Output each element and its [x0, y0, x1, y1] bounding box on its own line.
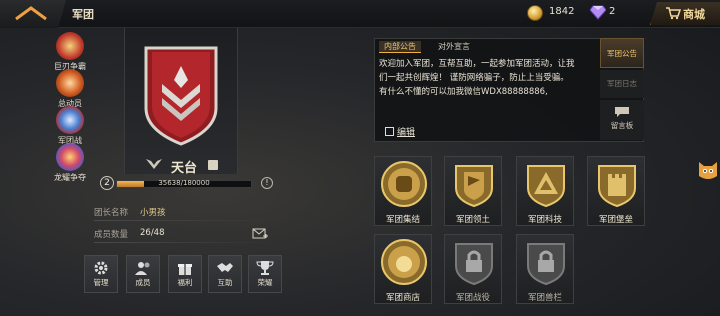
guild-exp-bar: 35638/180000: [116, 179, 252, 188]
shop-label: 商城: [683, 8, 705, 21]
castle-shield-icon: [598, 165, 636, 208]
cart-icon: [666, 7, 681, 20]
gem-count: 2: [609, 6, 616, 17]
coin-bag-medal-icon: [381, 239, 427, 285]
members-button[interactable]: 成员: [126, 255, 160, 293]
trophy-icon: [256, 261, 274, 275]
blade-war-icon: [56, 32, 84, 60]
diamond-icon: [590, 5, 606, 20]
side-item-blade-war[interactable]: 巨刃争霸: [50, 32, 90, 72]
tab-guild-notice[interactable]: 军团公告: [600, 38, 644, 68]
rename-edit-icon[interactable]: [208, 160, 218, 170]
legion-war-icon: [56, 106, 84, 134]
honor-button[interactable]: 荣耀: [248, 255, 282, 293]
divider: [94, 242, 274, 243]
notice-side-tabs: 军团公告 军团日志 留言板: [600, 38, 644, 142]
back-button[interactable]: [0, 0, 66, 28]
guild-campaign-button[interactable]: 军团战役: [444, 234, 502, 304]
guild-rally-button[interactable]: 军团集结: [374, 156, 432, 226]
handshake-icon: [217, 263, 233, 272]
flag-shield-icon: [455, 165, 493, 208]
tab-message-board[interactable]: 留言板: [600, 100, 644, 140]
back-arrow-icon: [15, 6, 47, 21]
locked-shield-icon: [455, 243, 493, 286]
divider: [94, 220, 274, 221]
members-label: 成员数量: [94, 230, 129, 240]
tab-external-declaration[interactable]: 对外宣言: [433, 41, 475, 53]
locked-shield-icon: [527, 243, 565, 286]
manage-button[interactable]: 管理: [84, 255, 118, 293]
leader-value: 小男孩: [140, 208, 166, 218]
triangle-shield-icon: [527, 165, 565, 208]
tab-internal-notice[interactable]: 内部公告: [379, 41, 421, 53]
page-title: 军团: [72, 8, 94, 21]
side-item-mobilize[interactable]: 总动员: [50, 69, 90, 109]
side-item-legion-war[interactable]: 军团战: [50, 106, 90, 146]
guild-level-badge: 2: [100, 176, 114, 190]
gear-icon: [94, 261, 108, 275]
exp-info-icon[interactable]: !: [261, 177, 273, 189]
guild-exp-text: 35638/180000: [158, 179, 210, 187]
welfare-button[interactable]: 福利: [168, 255, 202, 293]
cat-assistant-icon[interactable]: [696, 158, 720, 182]
side-item-dragon-glory[interactable]: 龙耀争夺: [50, 143, 90, 183]
edit-icon: [385, 127, 394, 136]
guild-shop-button[interactable]: 军团商店: [374, 234, 432, 304]
leader-label: 团长名称: [94, 208, 129, 218]
guild-tech-button[interactable]: 军团科技: [516, 156, 574, 226]
tab-guild-log[interactable]: 军团日志: [600, 70, 644, 98]
guild-emblem[interactable]: [138, 42, 224, 148]
mutual-help-button[interactable]: 互助: [208, 255, 242, 293]
notice-text: 欢迎加入军团，互帮互助，一起参加军团活动，让我 们一起共创辉煌！ 谨防网络骗子，…: [379, 59, 575, 97]
members-icon: [135, 262, 150, 275]
rank-wings-icon: [146, 159, 162, 169]
mail-invite-icon[interactable]: [252, 228, 268, 240]
top-bar: 军团 1842 2 商城: [0, 0, 720, 28]
fist-medal-icon: [381, 161, 427, 207]
chat-bubble-icon: [615, 107, 629, 117]
guild-beast-pen-button[interactable]: 军团兽栏: [516, 234, 574, 304]
shop-button[interactable]: 商城: [650, 2, 720, 25]
edit-label: 编辑: [397, 128, 416, 138]
dragon-glory-icon: [56, 143, 84, 171]
members-value: 26/48: [140, 228, 165, 238]
coin-count: 1842: [549, 6, 575, 17]
guild-territory-button[interactable]: 军团领土: [444, 156, 502, 226]
mobilize-icon: [56, 69, 84, 97]
coin-icon: [527, 5, 543, 21]
guild-fortress-button[interactable]: 军团堡垒: [587, 156, 645, 226]
gift-icon: [178, 264, 192, 275]
edit-notice-button[interactable]: 编辑: [385, 125, 415, 138]
guild-name: 天台: [171, 161, 198, 176]
